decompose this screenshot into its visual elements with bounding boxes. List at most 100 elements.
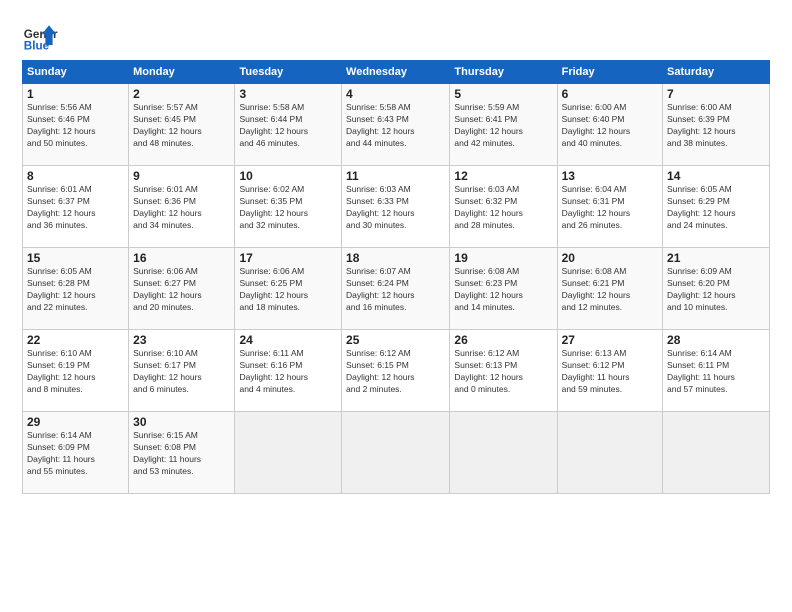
day-number: 6 — [562, 87, 658, 101]
day-info: Sunrise: 6:03 AM Sunset: 6:33 PM Dayligh… — [346, 184, 445, 232]
day-number: 21 — [667, 251, 765, 265]
weekday-header-sunday: Sunday — [23, 61, 129, 84]
logo: General Blue — [22, 18, 58, 54]
day-info: Sunrise: 6:04 AM Sunset: 6:31 PM Dayligh… — [562, 184, 658, 232]
calendar-cell — [450, 412, 557, 494]
day-info: Sunrise: 6:10 AM Sunset: 6:17 PM Dayligh… — [133, 348, 230, 396]
day-number: 15 — [27, 251, 124, 265]
day-number: 3 — [239, 87, 337, 101]
day-number: 14 — [667, 169, 765, 183]
day-number: 30 — [133, 415, 230, 429]
day-info: Sunrise: 6:15 AM Sunset: 6:08 PM Dayligh… — [133, 430, 230, 478]
calendar-cell: 22Sunrise: 6:10 AM Sunset: 6:19 PM Dayli… — [23, 330, 129, 412]
day-info: Sunrise: 5:58 AM Sunset: 6:43 PM Dayligh… — [346, 102, 445, 150]
day-info: Sunrise: 6:07 AM Sunset: 6:24 PM Dayligh… — [346, 266, 445, 314]
weekday-header-friday: Friday — [557, 61, 662, 84]
calendar-week-5: 29Sunrise: 6:14 AM Sunset: 6:09 PM Dayli… — [23, 412, 770, 494]
day-number: 27 — [562, 333, 658, 347]
calendar-cell: 9Sunrise: 6:01 AM Sunset: 6:36 PM Daylig… — [129, 166, 235, 248]
calendar-cell: 4Sunrise: 5:58 AM Sunset: 6:43 PM Daylig… — [342, 84, 450, 166]
day-info: Sunrise: 6:14 AM Sunset: 6:11 PM Dayligh… — [667, 348, 765, 396]
day-number: 24 — [239, 333, 337, 347]
calendar-cell: 26Sunrise: 6:12 AM Sunset: 6:13 PM Dayli… — [450, 330, 557, 412]
day-info: Sunrise: 6:12 AM Sunset: 6:15 PM Dayligh… — [346, 348, 445, 396]
day-number: 18 — [346, 251, 445, 265]
calendar-cell — [235, 412, 342, 494]
calendar-cell: 23Sunrise: 6:10 AM Sunset: 6:17 PM Dayli… — [129, 330, 235, 412]
calendar-cell: 29Sunrise: 6:14 AM Sunset: 6:09 PM Dayli… — [23, 412, 129, 494]
calendar-cell — [342, 412, 450, 494]
day-info: Sunrise: 5:59 AM Sunset: 6:41 PM Dayligh… — [454, 102, 552, 150]
day-info: Sunrise: 5:56 AM Sunset: 6:46 PM Dayligh… — [27, 102, 124, 150]
day-info: Sunrise: 6:08 AM Sunset: 6:23 PM Dayligh… — [454, 266, 552, 314]
day-number: 19 — [454, 251, 552, 265]
weekday-header-thursday: Thursday — [450, 61, 557, 84]
calendar-cell: 25Sunrise: 6:12 AM Sunset: 6:15 PM Dayli… — [342, 330, 450, 412]
day-info: Sunrise: 6:00 AM Sunset: 6:40 PM Dayligh… — [562, 102, 658, 150]
day-number: 5 — [454, 87, 552, 101]
day-info: Sunrise: 6:01 AM Sunset: 6:36 PM Dayligh… — [133, 184, 230, 232]
logo-icon: General Blue — [22, 18, 58, 54]
day-info: Sunrise: 6:05 AM Sunset: 6:29 PM Dayligh… — [667, 184, 765, 232]
calendar: SundayMondayTuesdayWednesdayThursdayFrid… — [22, 60, 770, 494]
day-number: 11 — [346, 169, 445, 183]
day-info: Sunrise: 6:03 AM Sunset: 6:32 PM Dayligh… — [454, 184, 552, 232]
calendar-cell: 18Sunrise: 6:07 AM Sunset: 6:24 PM Dayli… — [342, 248, 450, 330]
day-info: Sunrise: 6:06 AM Sunset: 6:27 PM Dayligh… — [133, 266, 230, 314]
day-info: Sunrise: 6:06 AM Sunset: 6:25 PM Dayligh… — [239, 266, 337, 314]
calendar-cell: 28Sunrise: 6:14 AM Sunset: 6:11 PM Dayli… — [663, 330, 770, 412]
calendar-cell: 17Sunrise: 6:06 AM Sunset: 6:25 PM Dayli… — [235, 248, 342, 330]
header: General Blue — [22, 18, 770, 54]
calendar-cell: 15Sunrise: 6:05 AM Sunset: 6:28 PM Dayli… — [23, 248, 129, 330]
calendar-cell: 5Sunrise: 5:59 AM Sunset: 6:41 PM Daylig… — [450, 84, 557, 166]
calendar-cell: 27Sunrise: 6:13 AM Sunset: 6:12 PM Dayli… — [557, 330, 662, 412]
day-number: 17 — [239, 251, 337, 265]
calendar-week-2: 8Sunrise: 6:01 AM Sunset: 6:37 PM Daylig… — [23, 166, 770, 248]
calendar-week-1: 1Sunrise: 5:56 AM Sunset: 6:46 PM Daylig… — [23, 84, 770, 166]
calendar-cell: 7Sunrise: 6:00 AM Sunset: 6:39 PM Daylig… — [663, 84, 770, 166]
calendar-cell: 11Sunrise: 6:03 AM Sunset: 6:33 PM Dayli… — [342, 166, 450, 248]
calendar-header-row: SundayMondayTuesdayWednesdayThursdayFrid… — [23, 61, 770, 84]
calendar-cell — [557, 412, 662, 494]
day-info: Sunrise: 6:01 AM Sunset: 6:37 PM Dayligh… — [27, 184, 124, 232]
calendar-cell: 3Sunrise: 5:58 AM Sunset: 6:44 PM Daylig… — [235, 84, 342, 166]
calendar-cell — [663, 412, 770, 494]
calendar-cell: 12Sunrise: 6:03 AM Sunset: 6:32 PM Dayli… — [450, 166, 557, 248]
day-info: Sunrise: 6:10 AM Sunset: 6:19 PM Dayligh… — [27, 348, 124, 396]
day-number: 22 — [27, 333, 124, 347]
calendar-cell: 21Sunrise: 6:09 AM Sunset: 6:20 PM Dayli… — [663, 248, 770, 330]
calendar-cell: 24Sunrise: 6:11 AM Sunset: 6:16 PM Dayli… — [235, 330, 342, 412]
calendar-cell: 1Sunrise: 5:56 AM Sunset: 6:46 PM Daylig… — [23, 84, 129, 166]
weekday-header-monday: Monday — [129, 61, 235, 84]
day-info: Sunrise: 6:05 AM Sunset: 6:28 PM Dayligh… — [27, 266, 124, 314]
calendar-cell: 6Sunrise: 6:00 AM Sunset: 6:40 PM Daylig… — [557, 84, 662, 166]
weekday-header-tuesday: Tuesday — [235, 61, 342, 84]
day-number: 29 — [27, 415, 124, 429]
day-number: 26 — [454, 333, 552, 347]
calendar-cell: 30Sunrise: 6:15 AM Sunset: 6:08 PM Dayli… — [129, 412, 235, 494]
calendar-cell: 20Sunrise: 6:08 AM Sunset: 6:21 PM Dayli… — [557, 248, 662, 330]
calendar-cell: 2Sunrise: 5:57 AM Sunset: 6:45 PM Daylig… — [129, 84, 235, 166]
day-info: Sunrise: 6:09 AM Sunset: 6:20 PM Dayligh… — [667, 266, 765, 314]
calendar-cell: 19Sunrise: 6:08 AM Sunset: 6:23 PM Dayli… — [450, 248, 557, 330]
calendar-cell: 13Sunrise: 6:04 AM Sunset: 6:31 PM Dayli… — [557, 166, 662, 248]
day-number: 1 — [27, 87, 124, 101]
day-info: Sunrise: 6:14 AM Sunset: 6:09 PM Dayligh… — [27, 430, 124, 478]
calendar-cell: 10Sunrise: 6:02 AM Sunset: 6:35 PM Dayli… — [235, 166, 342, 248]
day-number: 7 — [667, 87, 765, 101]
weekday-header-wednesday: Wednesday — [342, 61, 450, 84]
day-info: Sunrise: 6:08 AM Sunset: 6:21 PM Dayligh… — [562, 266, 658, 314]
calendar-week-3: 15Sunrise: 6:05 AM Sunset: 6:28 PM Dayli… — [23, 248, 770, 330]
weekday-header-saturday: Saturday — [663, 61, 770, 84]
day-info: Sunrise: 6:11 AM Sunset: 6:16 PM Dayligh… — [239, 348, 337, 396]
day-number: 25 — [346, 333, 445, 347]
day-info: Sunrise: 6:12 AM Sunset: 6:13 PM Dayligh… — [454, 348, 552, 396]
day-info: Sunrise: 6:02 AM Sunset: 6:35 PM Dayligh… — [239, 184, 337, 232]
calendar-cell: 14Sunrise: 6:05 AM Sunset: 6:29 PM Dayli… — [663, 166, 770, 248]
day-info: Sunrise: 5:58 AM Sunset: 6:44 PM Dayligh… — [239, 102, 337, 150]
day-number: 9 — [133, 169, 230, 183]
day-number: 12 — [454, 169, 552, 183]
calendar-cell: 16Sunrise: 6:06 AM Sunset: 6:27 PM Dayli… — [129, 248, 235, 330]
day-number: 10 — [239, 169, 337, 183]
day-number: 8 — [27, 169, 124, 183]
